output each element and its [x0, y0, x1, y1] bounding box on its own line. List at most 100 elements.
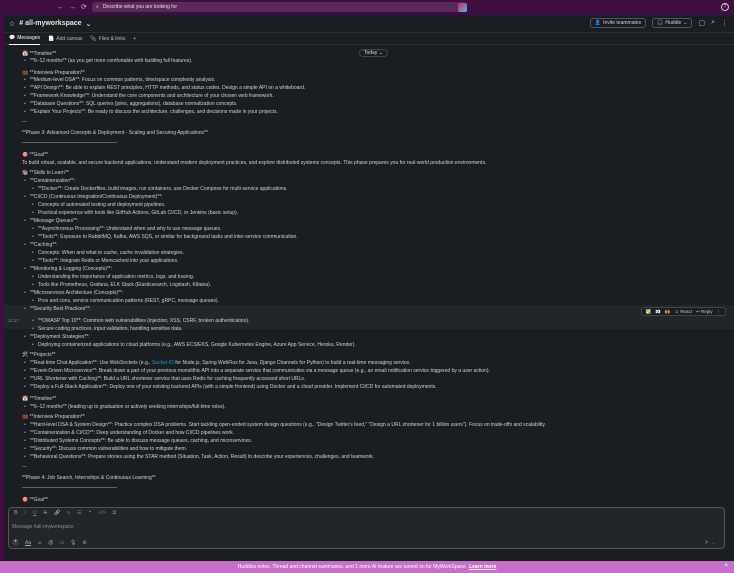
message-line: **Framework Knowledge**: Understand the … [24, 93, 274, 99]
mention-icon[interactable]: @ [48, 540, 53, 546]
message-line: Pros and cons, service communication pat… [32, 298, 219, 304]
formatting-toolbar: B I U S 🔗 ≡ ☰ ❝ </> ⧉ [9, 508, 724, 517]
message-input[interactable]: Message #all-myworkspace [12, 524, 74, 530]
tab-messages[interactable]: 💬 Messages [9, 33, 41, 45]
video-icon[interactable]: ▭ [59, 540, 64, 546]
message-line: Deploying containerized applications to … [32, 342, 356, 348]
invite-teammates-button[interactable]: 👤 Invite teammates [589, 18, 647, 28]
history-icon[interactable]: ⟳ [81, 4, 87, 11]
react-label: React [680, 309, 692, 314]
message-line: 💼 **Interview Preparation** [22, 70, 85, 76]
channel-tabs: 💬 Messages 📄 Add canvas 📎 Files & links + [4, 33, 734, 45]
message-line: --- [22, 464, 27, 470]
more-icon[interactable]: ⋮ [717, 309, 722, 315]
canvas-icon: 📄 [48, 35, 55, 42]
message-line: **Tools**: Integrate Redis or Memcached … [32, 258, 178, 264]
send-button[interactable]: ➤ ⌄ [704, 539, 716, 546]
message-line: 📅 **Timeline** [22, 396, 57, 402]
search-bar[interactable]: ⌕ Describe what you are looking for [92, 2, 466, 12]
strikethrough-icon[interactable]: S [44, 510, 47, 516]
message-line: Tools like Prometheus, Grafana, ELK Stac… [32, 282, 211, 288]
channel-title[interactable]: ☆ # all-myworkspace ⌄ [9, 20, 91, 28]
help-icon[interactable]: ? [721, 3, 729, 11]
message-composer[interactable]: B I U S 🔗 ≡ ☰ ❝ </> ⧉ Message #all-mywor… [8, 507, 725, 549]
message-line: 📚 **Skills to Learn** [22, 170, 69, 176]
message-line: 🎯 **Goal** [22, 497, 48, 503]
message-line: **Security**: Discuss common vulnerabili… [24, 446, 187, 452]
message-line: Practical experience with tools like Git… [32, 210, 238, 216]
chevron-down-icon: ⌄ [683, 20, 688, 26]
canvas-icon[interactable]: ▢ [698, 19, 705, 27]
more-icon[interactable]: ⋮ [721, 19, 728, 27]
message-line: **Phase 4: Job Search, Internships & Con… [22, 475, 156, 481]
quote-icon[interactable]: ❝ [89, 510, 92, 516]
message-actions: ✅ 👀 🙌 ☺ React ↩ Reply ⋮ [640, 307, 726, 316]
tab-label: + [133, 35, 137, 42]
star-icon[interactable]: ☆ [9, 20, 15, 28]
text-format-icon[interactable]: Aa [25, 540, 31, 546]
channel-header: ☆ # all-myworkspace ⌄ 👤 Invite teammates… [4, 15, 734, 33]
tab-files-links[interactable]: 📎 Files & links [90, 33, 125, 45]
message-line: 📅 **Timeline** [22, 51, 57, 57]
code-icon[interactable]: </> [98, 510, 105, 516]
message-line: **Medium-level DSA**: Focus on common pa… [24, 77, 215, 83]
huddle-label: Huddle [665, 20, 682, 26]
composer-tools: + Aa ☺ @ ▭ 🎙 ⊘ [12, 539, 87, 546]
bullet-list-icon[interactable]: ☰ [77, 510, 81, 516]
ordered-list-icon[interactable]: ≡ [67, 510, 70, 516]
shortcut-icon[interactable]: ⊘ [82, 540, 86, 546]
files-icon: 📎 [90, 35, 97, 42]
nav-buttons: ← → ⟳ [57, 4, 87, 11]
code-block-icon[interactable]: ⧉ [113, 510, 117, 516]
link-icon[interactable]: 🔗 [54, 510, 60, 516]
message-line: **Asynchronous Processing**: Understand … [32, 226, 221, 232]
date-divider[interactable]: Today ⌄ [359, 49, 388, 57]
message-line: **Explain Your Projects**: Be ready to d… [24, 109, 278, 115]
message-line: **Real-time Chat Application**: Use WebS… [24, 360, 411, 366]
reaction-eyes[interactable]: 👀 [655, 309, 661, 315]
message-line: To build robust, scalable, and secure ba… [22, 160, 487, 166]
message-line: **6–12 months** (leading up to graduatio… [24, 404, 226, 410]
today-label: Today [364, 50, 378, 56]
search-icon: ⌕ [96, 4, 99, 10]
reply-button[interactable]: ↩ Reply [696, 309, 713, 315]
message-line: 🛠️ **Projects** [22, 352, 56, 358]
mic-icon[interactable]: 🎙 [70, 540, 76, 546]
message-line: **Distributed Systems Concepts**: Be abl… [24, 438, 252, 444]
tab-add[interactable]: + [133, 33, 136, 45]
message-line: **CI/CD (Continuous Integration/Continuo… [24, 194, 163, 200]
bold-icon[interactable]: B [14, 510, 18, 516]
reaction-check[interactable]: ✅ [646, 309, 652, 315]
message-line: **Hard-level DSA & System Design**: Prac… [24, 422, 546, 428]
search-icon[interactable]: ⌕ [711, 19, 715, 27]
message-line: **Containerization**: [24, 178, 75, 184]
back-icon[interactable]: ← [57, 4, 64, 11]
italic-icon[interactable]: I [25, 510, 26, 516]
message-line: **Monitoring & Logging (Concepts)**: [24, 266, 112, 272]
top-bar: ← → ⟳ ⌕ Describe what you are looking fo… [0, 0, 734, 15]
search-placeholder: Describe what you are looking for [102, 4, 178, 10]
channel-name: # all-myworkspace [19, 20, 82, 27]
message-line: **Containerization & CI/CD**: Deep under… [24, 430, 234, 436]
forward-icon[interactable]: → [69, 4, 76, 11]
message-list[interactable]: Today ⌄ ✅ 👀 🙌 ☺ React ↩ Reply ⋮ 11:17 📅 … [4, 46, 734, 506]
invite-label: Invite teammates [603, 20, 642, 26]
socketio-link[interactable]: Socket.IO [152, 360, 174, 366]
headphones-icon: 🎧 [657, 20, 664, 26]
message-line: **Docker**: Create Dockerfiles, build im… [32, 186, 288, 192]
message-line: **URL Shortener with Caching**: Build a … [24, 376, 305, 382]
message-line: 💼 **Interview Preparation** [22, 414, 85, 420]
message-line: --- [22, 119, 27, 125]
learn-more-link[interactable]: Learn more [469, 564, 496, 570]
tab-add-canvas[interactable]: 📄 Add canvas [48, 33, 82, 45]
message-line: **API Design**: Be able to explain REST … [24, 85, 305, 91]
message-line: **Tools**: Exposure to RabbitMQ, Kafka, … [32, 234, 298, 240]
plus-icon[interactable]: + [12, 539, 19, 546]
reaction-hands[interactable]: 🙌 [665, 309, 671, 315]
huddle-button[interactable]: 🎧 Huddle ⌄ [652, 18, 693, 28]
underline-icon[interactable]: U [33, 510, 37, 516]
emoji-icon[interactable]: ☺ [37, 540, 42, 546]
close-icon[interactable]: × [724, 563, 728, 569]
react-button[interactable]: ☺ React [674, 309, 692, 314]
user-avatar[interactable] [458, 3, 467, 12]
